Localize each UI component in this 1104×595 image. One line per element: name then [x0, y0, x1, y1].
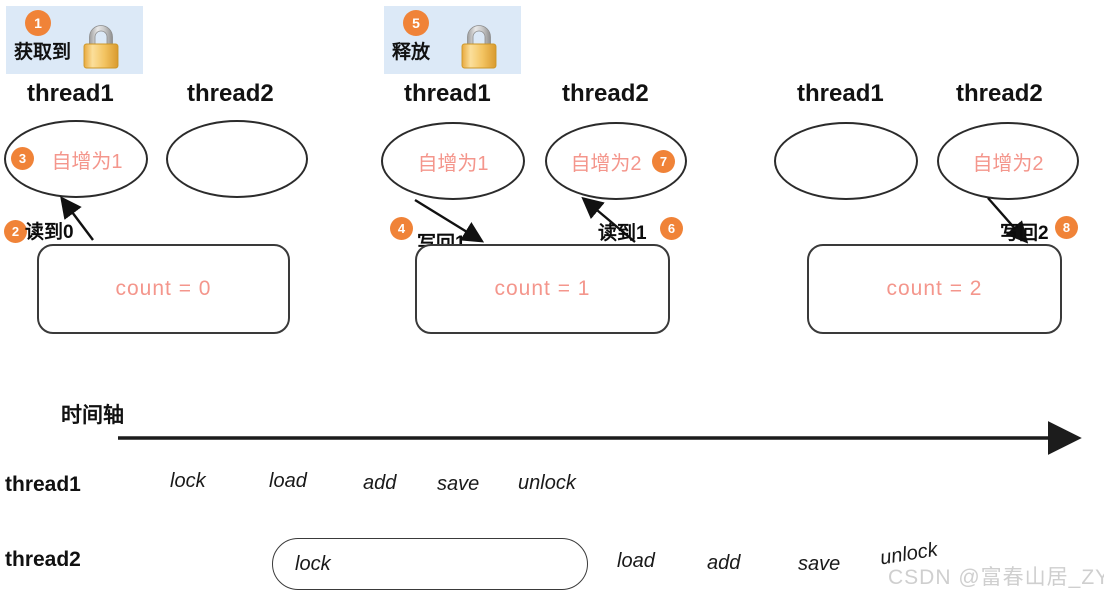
- timeline-axis-arrow: [118, 421, 1082, 455]
- panel-1-thread2-ellipse: [166, 120, 308, 198]
- timeline-thread1-op-save: save: [437, 473, 480, 495]
- lock-chip-release: 5 释放: [384, 6, 521, 74]
- lock-chip-release-text: 5 释放: [392, 10, 454, 70]
- lock-chip-acquire-label: 获取到: [14, 42, 72, 63]
- timeline-thread1-op-unlock: unlock: [518, 472, 576, 494]
- panel-3-count-box: count = 2: [807, 244, 1062, 334]
- panel-1-count-value: count = 0: [115, 277, 212, 300]
- panel-3-thread2-heading: thread2: [956, 80, 1043, 107]
- panel-2-count-box: count = 1: [415, 244, 670, 334]
- lock-icon: [78, 20, 124, 70]
- panel-2-thread2-ellipse-label: 自增为2: [570, 152, 642, 175]
- timeline-thread1-op-lock: lock: [170, 470, 206, 492]
- timeline-thread2-op-save: save: [798, 553, 841, 575]
- lock-chip-release-label: 释放: [392, 42, 431, 63]
- timeline-thread2-op-lock: lock: [295, 552, 331, 575]
- panel-3-count-value: count = 2: [886, 277, 983, 300]
- diagram-canvas: 1 获取到 5 释放 thread1 thread2 自增为1 3 2 读到0 …: [0, 0, 1104, 595]
- panel-2-thread1-heading: thread1: [404, 80, 491, 107]
- panel-2-thread2-heading: thread2: [562, 80, 649, 107]
- step-badge-4: 4: [390, 217, 413, 240]
- panel-2-count-value: count = 1: [494, 277, 591, 300]
- step-badge-8: 8: [1055, 216, 1078, 239]
- panel-3-thread2-ellipse: 自增为2: [937, 122, 1079, 200]
- panel-2-edge-label-read: 读到1: [598, 223, 647, 244]
- panel-3-thread1-ellipse: [774, 122, 918, 200]
- step-badge-1: 1: [25, 10, 51, 36]
- panel-3-edge-label-write: 写回2: [1000, 223, 1049, 244]
- panel-3-thread2-ellipse-label: 自增为2: [972, 152, 1044, 175]
- step-badge-2: 2: [4, 220, 27, 243]
- timeline-row-label-thread2: thread2: [5, 548, 81, 571]
- lock-chip-acquire: 1 获取到: [6, 6, 143, 74]
- panel-3-thread1-heading: thread1: [797, 80, 884, 107]
- panel-1-count-box: count = 0: [37, 244, 290, 334]
- watermark: CSDN @富春山居_ZYY: [888, 566, 1104, 589]
- panel-2-thread1-ellipse: 自增为1: [381, 122, 525, 200]
- step-badge-6: 6: [660, 217, 683, 240]
- timeline-thread2-op-add: add: [707, 552, 741, 574]
- lock-chip-acquire-text: 1 获取到: [14, 10, 76, 70]
- step-badge-3: 3: [11, 147, 34, 170]
- step-badge-5: 5: [403, 10, 429, 36]
- timeline-thread1-op-add: add: [363, 472, 397, 494]
- panel-1-thread2-heading: thread2: [187, 80, 274, 107]
- panel-2-thread1-ellipse-label: 自增为1: [417, 152, 489, 175]
- timeline-row-label-thread1: thread1: [5, 473, 81, 496]
- timeline-thread1-op-load: load: [269, 470, 307, 492]
- panel-1-thread1-ellipse-label: 自增为1: [51, 150, 123, 173]
- timeline-thread2-op-load: load: [617, 550, 655, 572]
- panel-1-thread1-heading: thread1: [27, 80, 114, 107]
- panel-1-edge-label-read: 读到0: [25, 222, 74, 243]
- step-badge-7: 7: [652, 150, 675, 173]
- lock-icon: [456, 20, 502, 70]
- timeline-thread2-blocked-lock-bar: lock: [272, 538, 588, 590]
